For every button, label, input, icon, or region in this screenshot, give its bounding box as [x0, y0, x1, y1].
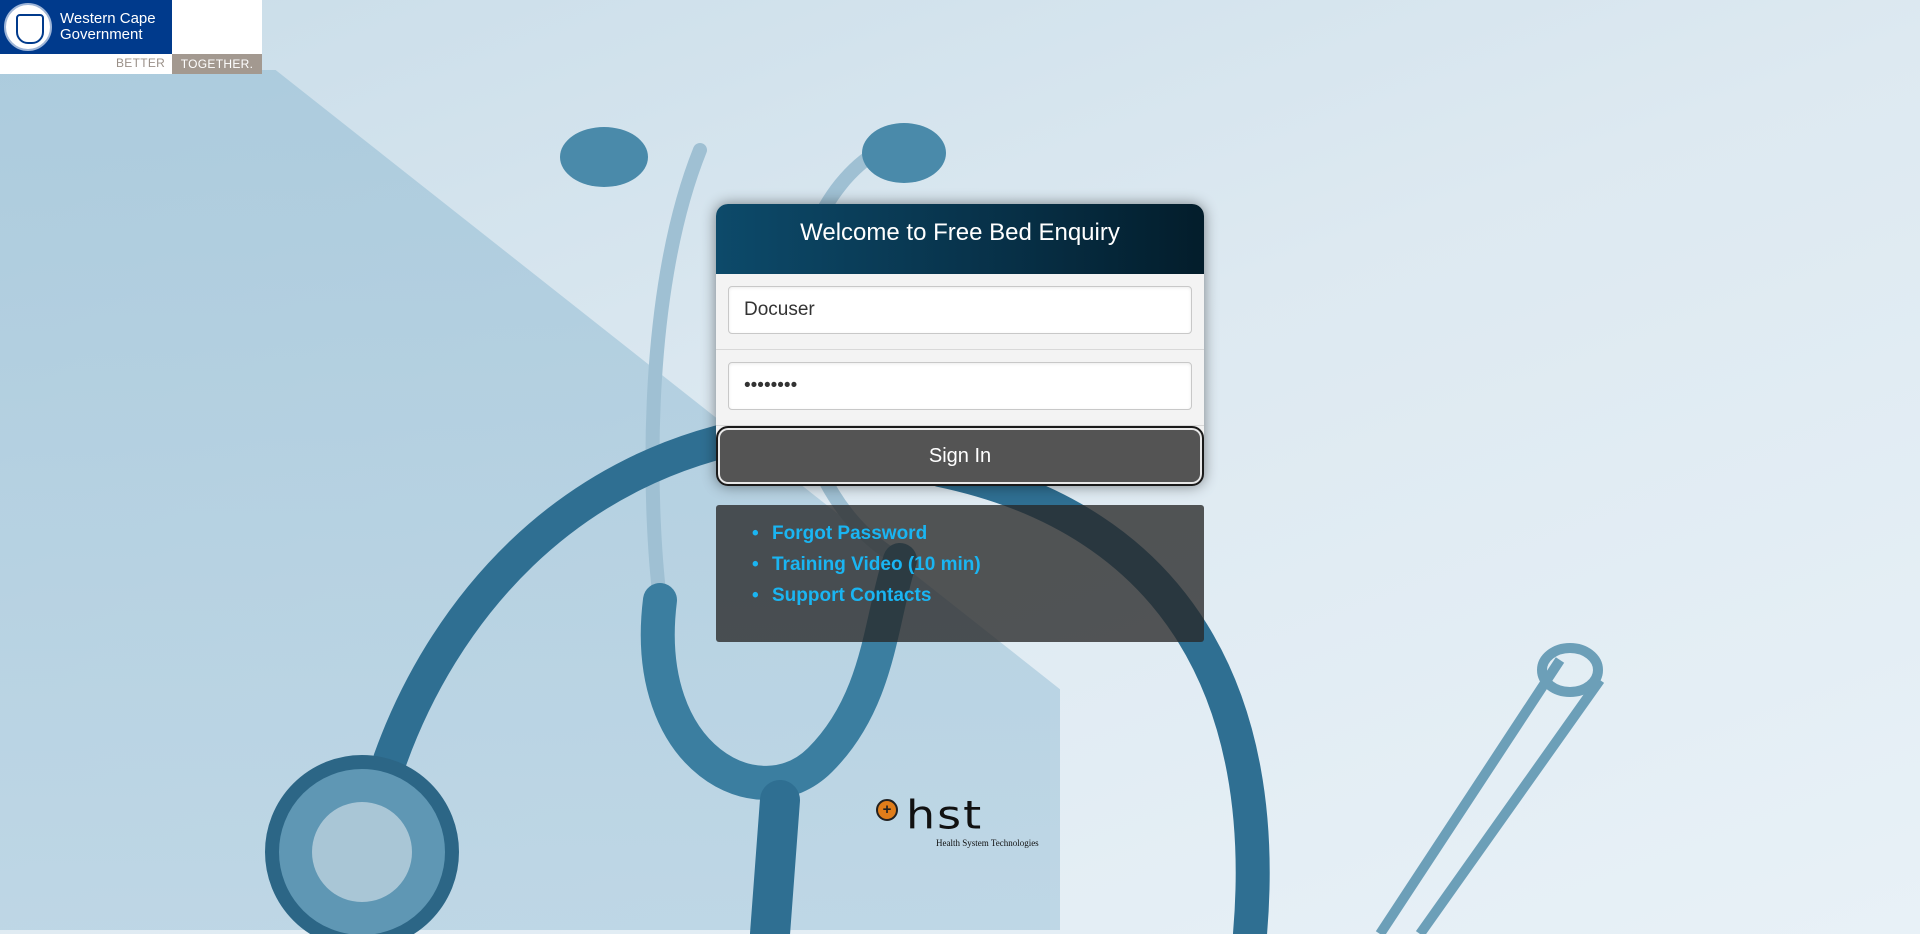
login-panel: Welcome to Free Bed Enquiry Sign In — [716, 204, 1204, 486]
plus-icon: + — [876, 799, 898, 821]
support-contacts-link[interactable]: Support Contacts — [772, 585, 931, 606]
hst-logo-text: hst — [906, 792, 984, 838]
hst-logo: + hst Health System Technologies — [876, 792, 1056, 854]
help-links-box: • Forgot Password • Training Video (10 min… — [716, 505, 1204, 642]
western-cape-government-logo: Western Cape Government BETTER TOGETHER. — [0, 0, 262, 74]
username-input[interactable] — [728, 286, 1192, 334]
username-row — [716, 274, 1204, 350]
list-item: • Training Video (10 min) — [752, 554, 1204, 576]
forgot-password-link[interactable]: Forgot Password — [772, 523, 927, 544]
password-input[interactable] — [728, 362, 1192, 410]
sign-in-button[interactable]: Sign In — [716, 426, 1204, 486]
slogan-better: BETTER — [116, 56, 166, 70]
help-links-list: • Forgot Password • Training Video (10 min… — [752, 523, 1204, 607]
bullet-icon: • — [752, 523, 759, 544]
training-video-link[interactable]: Training Video (10 min) — [772, 554, 981, 575]
coat-of-arms-icon — [4, 3, 52, 51]
bullet-icon: • — [752, 585, 759, 606]
list-item: • Support Contacts — [752, 585, 1204, 607]
password-row — [716, 350, 1204, 426]
logo-banner: Western Cape Government — [0, 0, 172, 54]
hst-logo-subtitle: Health System Technologies — [936, 838, 1039, 848]
list-item: • Forgot Password — [752, 523, 1204, 545]
bullet-icon: • — [752, 554, 759, 575]
org-name: Western Cape Government — [60, 10, 156, 43]
slogan-together: TOGETHER. — [172, 54, 262, 74]
login-title: Welcome to Free Bed Enquiry — [716, 204, 1204, 274]
